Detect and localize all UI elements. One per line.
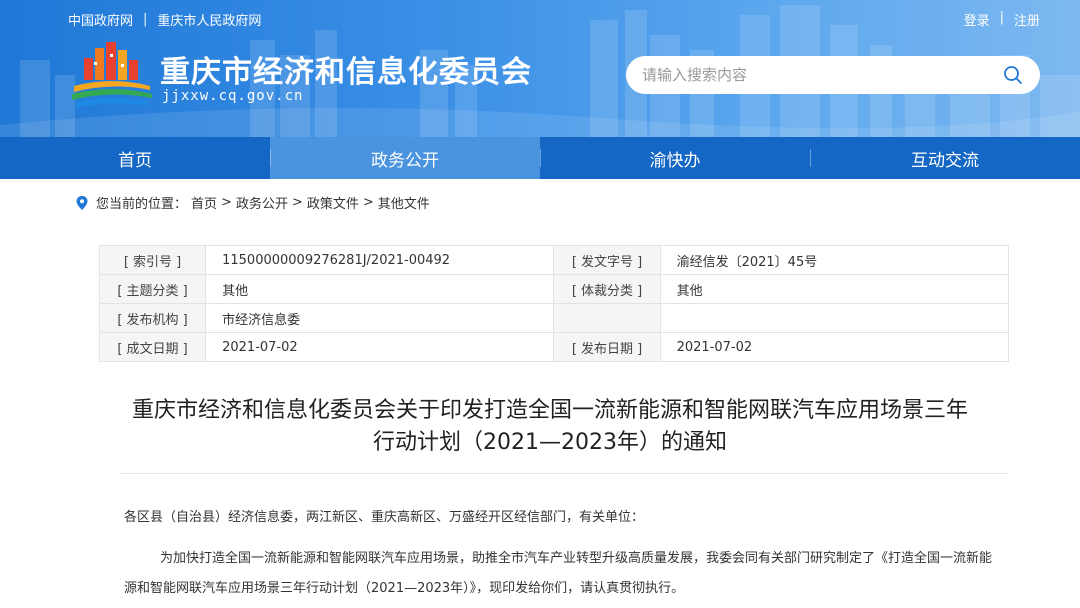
nav-item-gov-affairs[interactable]: 政务公开 [270, 137, 540, 179]
user-link-divider: | [999, 10, 1004, 25]
nav-item-yukuaiban[interactable]: 渝快办 [540, 137, 810, 179]
table-row: [ 索引号 ] 11500000009276281J/2021-00492 [ … [98, 245, 1010, 275]
breadcrumb-separator: > [221, 195, 232, 210]
breadcrumb-home[interactable]: 首页 [191, 193, 217, 212]
doc-no-label: [ 发文字号 ] [553, 245, 661, 275]
index-no-value: 11500000009276281J/2021-00492 [205, 245, 555, 275]
title-divider [120, 473, 1007, 474]
created-date-value: 2021-07-02 [205, 332, 555, 362]
doc-no-value: 渝经信发〔2021〕45号 [659, 245, 1010, 275]
nav-item-interaction[interactable]: 互动交流 [810, 137, 1080, 179]
genre-value: 其他 [659, 274, 1010, 304]
publisher-value: 市经济信息委 [205, 303, 555, 333]
publisher-label: [ 发布机构 ] [98, 303, 207, 333]
breadcrumb-label: 您当前的位置： [96, 197, 188, 212]
created-date-label: [ 成文日期 ] [98, 332, 207, 362]
user-links: 登录 | 注册 [964, 10, 1040, 29]
breadcrumb-gov-affairs[interactable]: 政务公开 [236, 193, 288, 212]
genre-label: [ 体裁分类 ] [553, 274, 661, 304]
site-title[interactable]: 重庆市经济和信息化委员会 [160, 47, 532, 91]
top-links: 中国政府网 | 重庆市人民政府网 [68, 10, 261, 29]
document-body-paragraph: 为加快打造全国一流新能源和智能网联汽车应用场景，助推全市汽车产业转型升级高质量发… [124, 551, 993, 596]
document-title-line-2: 行动计划（2021—2023年）的通知 [373, 430, 727, 455]
topic-label: [ 主题分类 ] [98, 274, 207, 304]
table-row: [ 主题分类 ] 其他 [ 体裁分类 ] 其他 [98, 274, 1010, 304]
empty-cell [659, 303, 1010, 333]
site-logo-icon[interactable] [70, 40, 155, 108]
top-link-cq-gov[interactable]: 重庆市人民政府网 [157, 10, 261, 29]
table-row: [ 发布机构 ] 市经济信息委 [98, 303, 1010, 333]
top-link-gov-cn[interactable]: 中国政府网 [68, 10, 133, 29]
document-info-table: [ 索引号 ] 11500000009276281J/2021-00492 [ … [98, 245, 1010, 362]
login-link[interactable]: 登录 [964, 10, 990, 29]
nav-item-home[interactable]: 首页 [0, 137, 270, 179]
top-link-divider: | [143, 12, 148, 27]
search-icon[interactable] [1002, 64, 1024, 86]
main-nav: 首页 政务公开 渝快办 互动交流 [0, 137, 1080, 179]
document-title-line-1: 重庆市经济和信息化委员会关于印发打造全国一流新能源和智能网联汽车应用场景三年 [131, 398, 968, 423]
table-row: [ 成文日期 ] 2021-07-02 [ 发布日期 ] 2021-07-02 [98, 332, 1010, 362]
search-input[interactable] [642, 66, 1002, 84]
document-title: 重庆市经济和信息化委员会关于印发打造全国一流新能源和智能网联汽车应用场景三年 行… [80, 395, 1020, 459]
site-domain: jjxxw.cq.gov.cn [162, 88, 304, 104]
published-date-value: 2021-07-02 [659, 332, 1010, 362]
breadcrumb-other-files[interactable]: 其他文件 [378, 193, 430, 212]
location-pin-icon [76, 195, 88, 210]
site-header: 中国政府网 | 重庆市人民政府网 登录 | 注册 重庆市经济和信息化委员会 jj… [0, 0, 1080, 137]
register-link[interactable]: 注册 [1014, 10, 1040, 29]
breadcrumb-separator: > [291, 195, 303, 210]
breadcrumb-policy-files[interactable]: 政策文件 [307, 193, 359, 212]
search-box [626, 56, 1040, 94]
empty-cell [553, 303, 661, 333]
breadcrumb: 您当前的位置： 首页 > 政务公开 > 政策文件 > 其他文件 [76, 193, 430, 212]
topic-value: 其他 [205, 274, 555, 304]
published-date-label: [ 发布日期 ] [553, 332, 661, 362]
document-salutation: 各区县（自治县）经济信息委，两江新区、重庆高新区、万盛经开区经信部门，有关单位： [124, 510, 645, 525]
breadcrumb-separator: > [362, 195, 374, 210]
index-no-label: [ 索引号 ] [98, 245, 207, 275]
